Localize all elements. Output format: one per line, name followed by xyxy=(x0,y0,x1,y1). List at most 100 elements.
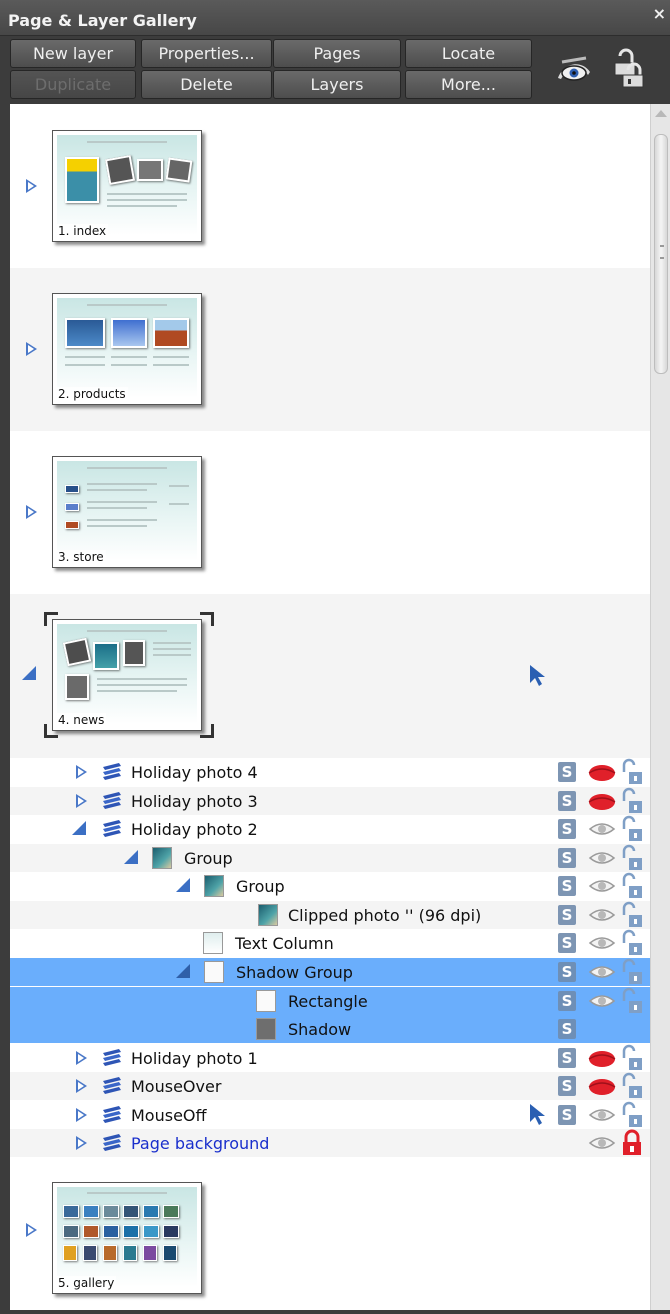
visible-eye-icon[interactable] xyxy=(588,1133,616,1153)
selectable-toggle[interactable]: S xyxy=(558,904,576,925)
page-thumbnail[interactable]: 5. gallery xyxy=(52,1182,202,1294)
layer-row[interactable]: Clipped photo '' (96 dpi) S xyxy=(10,900,650,929)
selectable-toggle[interactable]: S xyxy=(558,1047,576,1068)
unlocked-padlock-icon[interactable] xyxy=(620,1044,644,1072)
expand-layer-arrow[interactable] xyxy=(76,793,87,808)
layer-row[interactable]: Holiday photo 2 S xyxy=(10,815,650,843)
duplicate-button[interactable]: Duplicate xyxy=(10,70,136,99)
layer-row[interactable]: Holiday photo 3 S xyxy=(10,786,650,815)
selection-corner xyxy=(200,724,214,738)
page-thumbnail[interactable]: 3. store xyxy=(52,456,202,568)
vertical-scrollbar[interactable] xyxy=(650,104,670,1310)
expand-layer-arrow[interactable] xyxy=(76,1136,87,1151)
expand-page-arrow[interactable] xyxy=(26,179,37,193)
layer-row[interactable]: Text Column S xyxy=(10,929,650,957)
expand-page-arrow[interactable] xyxy=(26,505,37,519)
selectable-toggle[interactable]: S xyxy=(558,762,576,782)
visible-eye-icon[interactable] xyxy=(588,962,616,982)
page-thumbnail[interactable]: 2. products xyxy=(52,293,202,405)
layers-button[interactable]: Layers xyxy=(273,70,401,99)
layer-row[interactable]: Shadow S xyxy=(10,1015,650,1044)
layer-row[interactable]: MouseOff S xyxy=(10,1101,650,1129)
visible-eye-icon[interactable] xyxy=(588,819,616,839)
unlocked-padlock-icon[interactable] xyxy=(620,787,644,815)
unlocked-padlock-icon[interactable] xyxy=(620,929,644,957)
expand-layer-arrow[interactable] xyxy=(76,1107,87,1122)
unlocked-padlock-icon[interactable] xyxy=(620,758,644,786)
page-thumbnail[interactable]: 4. news xyxy=(52,619,202,731)
selectable-toggle[interactable]: S xyxy=(558,933,576,954)
layer-row[interactable]: Holiday photo 1 S xyxy=(10,1044,650,1072)
close-button[interactable]: × xyxy=(653,4,666,23)
visible-eye-icon[interactable] xyxy=(588,991,616,1011)
locate-button[interactable]: Locate xyxy=(405,39,532,68)
unlocked-padlock-icon[interactable] xyxy=(620,958,644,986)
expand-layer-arrow[interactable] xyxy=(76,1079,87,1094)
collapse-layer-arrow[interactable] xyxy=(124,849,138,864)
selectable-toggle[interactable]: S xyxy=(558,876,576,897)
page-thumbnail[interactable]: 1. index xyxy=(52,130,202,242)
selectable-toggle[interactable]: S xyxy=(558,847,576,868)
selectable-toggle[interactable]: S xyxy=(558,1104,576,1125)
layer-row[interactable]: Group S xyxy=(10,843,650,872)
selectable-toggle[interactable]: S xyxy=(558,819,576,840)
scroll-up-icon[interactable] xyxy=(655,110,667,117)
hidden-eye-icon[interactable] xyxy=(588,762,616,782)
visible-eye-icon[interactable] xyxy=(588,876,616,896)
new-layer-button[interactable]: New layer xyxy=(10,39,136,68)
selectable-toggle[interactable]: S xyxy=(558,990,576,1011)
layer-name: Group xyxy=(236,877,285,897)
layer-name: Shadow Group xyxy=(236,962,353,982)
collapse-page-arrow[interactable] xyxy=(22,666,36,680)
expand-layer-arrow[interactable] xyxy=(76,765,87,779)
pages-button[interactable]: Pages xyxy=(273,39,401,68)
visible-eye-icon[interactable] xyxy=(588,1105,616,1125)
locked-padlock-icon[interactable] xyxy=(620,1129,644,1157)
layer-row[interactable]: Page background xyxy=(10,1129,650,1158)
visible-eye-icon[interactable] xyxy=(588,905,616,925)
layer-row[interactable]: Group S xyxy=(10,872,650,900)
unlocked-padlock-icon[interactable] xyxy=(620,1101,644,1129)
title-bar: Page & Layer Gallery × xyxy=(0,0,670,36)
properties-button[interactable]: Properties... xyxy=(141,39,272,68)
hidden-eye-icon[interactable] xyxy=(588,1076,616,1096)
selectable-toggle[interactable]: S xyxy=(558,790,576,811)
collapse-layer-arrow[interactable] xyxy=(72,821,86,836)
unlocked-padlock-icon[interactable] xyxy=(620,901,644,929)
page-row-gallery[interactable]: 5. gallery xyxy=(10,1156,650,1310)
unlocked-padlock-icon[interactable] xyxy=(620,872,644,900)
selectable-toggle[interactable]: S xyxy=(558,961,576,982)
unlocked-padlock-icon[interactable] xyxy=(620,1072,644,1100)
unlocked-padlock-icon[interactable] xyxy=(620,844,644,872)
page-row-store[interactable]: 3. store xyxy=(10,431,650,594)
layer-icon xyxy=(101,1048,123,1068)
page-layer-options-icon[interactable] xyxy=(606,48,650,92)
hidden-eye-icon[interactable] xyxy=(588,791,616,811)
expand-page-arrow[interactable] xyxy=(26,342,37,356)
selectable-toggle[interactable]: S xyxy=(558,1076,576,1097)
layer-row[interactable]: Shadow Group S xyxy=(10,957,650,986)
layer-row[interactable]: Holiday photo 4 S xyxy=(10,758,650,786)
page-row-products[interactable]: 2. products xyxy=(10,268,650,431)
layer-icon xyxy=(101,791,123,811)
text-column-icon xyxy=(203,932,223,955)
layer-name: Holiday photo 2 xyxy=(131,820,258,840)
unlocked-padlock-icon[interactable] xyxy=(620,987,644,1015)
layer-row[interactable]: Rectangle S xyxy=(10,986,650,1015)
visible-eye-icon[interactable] xyxy=(588,933,616,953)
scrollbar-thumb[interactable] xyxy=(654,134,668,374)
unlocked-padlock-icon[interactable] xyxy=(620,815,644,843)
selectable-toggle[interactable]: S xyxy=(558,1019,576,1040)
page-row-index[interactable]: 1. index xyxy=(10,104,650,268)
more-button[interactable]: More... xyxy=(405,70,532,99)
expand-layer-arrow[interactable] xyxy=(76,1050,87,1065)
show-all-layers-icon[interactable] xyxy=(552,48,596,92)
collapse-layer-arrow[interactable] xyxy=(176,963,190,978)
expand-page-arrow[interactable] xyxy=(26,1223,37,1237)
layer-row[interactable]: MouseOver S xyxy=(10,1072,650,1101)
collapse-layer-arrow[interactable] xyxy=(176,878,190,893)
hidden-eye-icon[interactable] xyxy=(588,1048,616,1068)
delete-button[interactable]: Delete xyxy=(141,70,272,99)
page-row-news[interactable]: 4. news xyxy=(10,594,650,758)
visible-eye-icon[interactable] xyxy=(588,848,616,868)
